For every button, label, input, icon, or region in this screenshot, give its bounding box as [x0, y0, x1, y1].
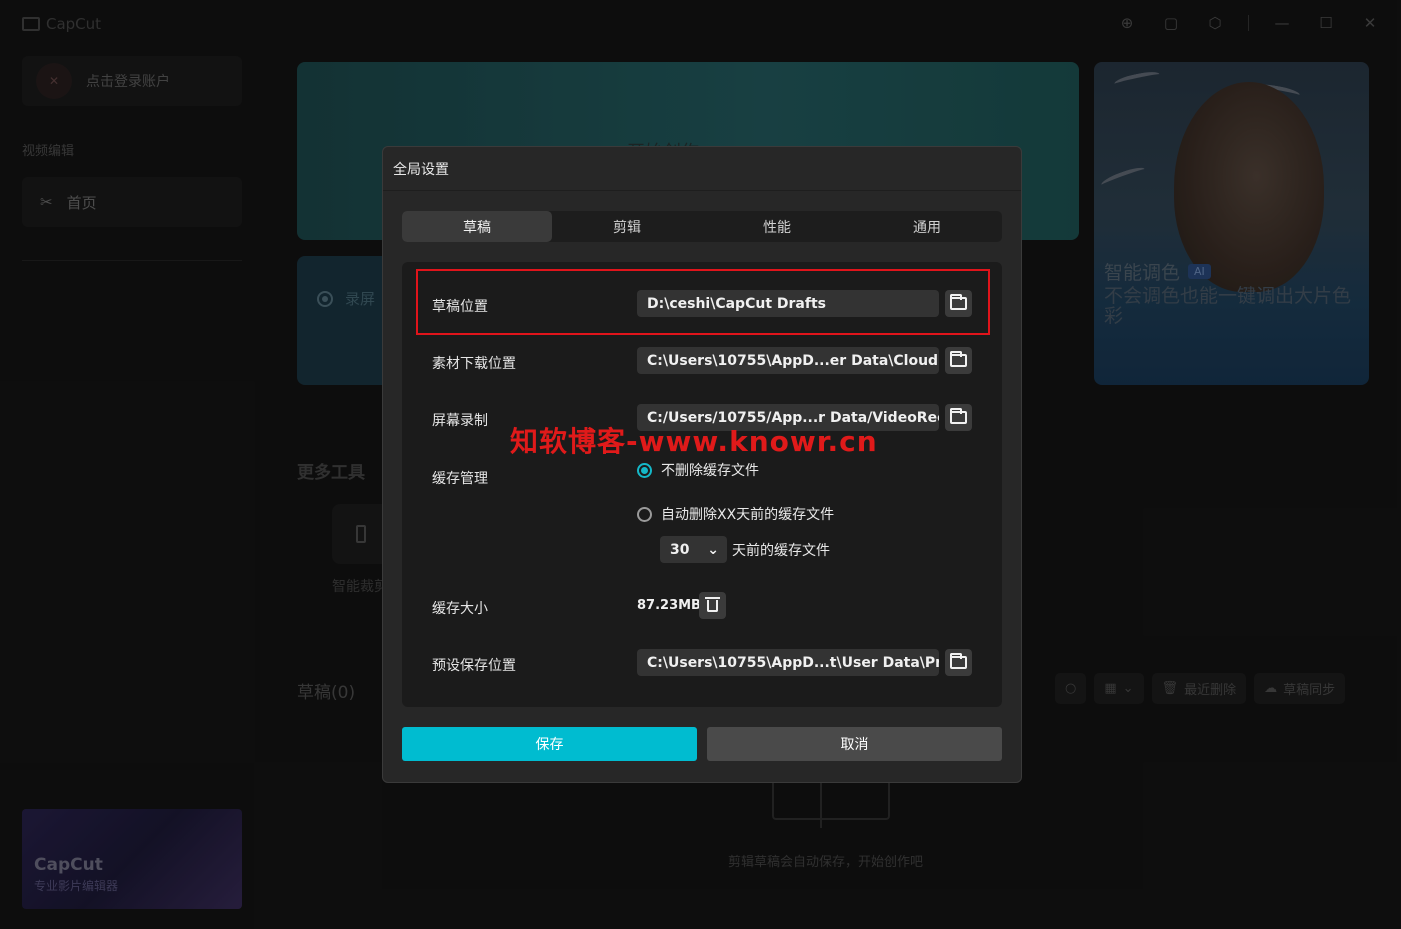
- preset-location-field[interactable]: C:\Users\10755\AppD...t\User Data\Preset…: [637, 649, 939, 676]
- tab-drafts[interactable]: 草稿: [402, 211, 552, 242]
- screen-record-label: 屏幕录制: [432, 413, 488, 429]
- cache-auto-delete-label: 自动删除XX天前的缓存文件: [661, 507, 835, 523]
- cache-days-value: 30: [670, 541, 690, 558]
- settings-tabs: 草稿 剪辑 性能 通用: [402, 211, 1002, 242]
- cache-days-select[interactable]: 30 ⌄: [660, 536, 727, 563]
- cache-size-value: 87.23MB: [637, 598, 701, 613]
- global-settings-dialog: 全局设置 草稿 剪辑 性能 通用 草稿位置 D:\ceshi\CapCut Dr…: [382, 146, 1022, 783]
- material-download-field[interactable]: C:\Users\10755\AppD...er Data\Cloud file…: [637, 347, 939, 374]
- tab-performance[interactable]: 性能: [702, 211, 852, 242]
- radio-unchecked: [637, 506, 652, 522]
- cache-management-label: 缓存管理: [432, 471, 488, 487]
- draft-location-label: 草稿位置: [432, 299, 488, 315]
- settings-panel: 草稿位置 D:\ceshi\CapCut Drafts 素材下载位置 C:\Us…: [402, 262, 1002, 707]
- dialog-title: 全局设置: [383, 147, 1021, 191]
- watermark-text: 知软博客-www.knowr.cn: [510, 425, 878, 458]
- preset-location-label: 预设保存位置: [432, 658, 516, 674]
- folder-icon: [950, 408, 967, 424]
- tab-editing[interactable]: 剪辑: [552, 211, 702, 242]
- material-download-label: 素材下载位置: [432, 356, 516, 372]
- trash-icon: [705, 596, 720, 612]
- cache-days-suffix: 天前的缓存文件: [732, 543, 830, 559]
- cache-keep-label: 不删除缓存文件: [661, 463, 759, 479]
- folder-icon: [950, 351, 967, 367]
- capcut-app: CapCut ⊕ ▢ ⬡ — ☐ ✕ ✕ 点击登录账户 视频编辑 ✂ 首页 Ca…: [0, 0, 1401, 929]
- folder-icon: [950, 294, 967, 310]
- draft-location-field[interactable]: D:\ceshi\CapCut Drafts: [637, 290, 939, 317]
- tab-general[interactable]: 通用: [852, 211, 1002, 242]
- preset-location-browse-button[interactable]: [945, 649, 972, 676]
- draft-location-browse-button[interactable]: [945, 290, 972, 317]
- material-download-browse-button[interactable]: [945, 347, 972, 374]
- cancel-button[interactable]: 取消: [707, 727, 1002, 761]
- cache-auto-delete-option[interactable]: 自动删除XX天前的缓存文件: [637, 504, 834, 524]
- save-button[interactable]: 保存: [402, 727, 697, 761]
- screen-record-browse-button[interactable]: [945, 404, 972, 431]
- clear-cache-button[interactable]: [699, 592, 726, 619]
- cache-keep-option[interactable]: 不删除缓存文件: [637, 460, 759, 480]
- chevron-down-icon: ⌄: [707, 541, 719, 558]
- cache-size-label: 缓存大小: [432, 601, 488, 617]
- radio-checked: [637, 462, 652, 478]
- folder-icon: [950, 653, 967, 669]
